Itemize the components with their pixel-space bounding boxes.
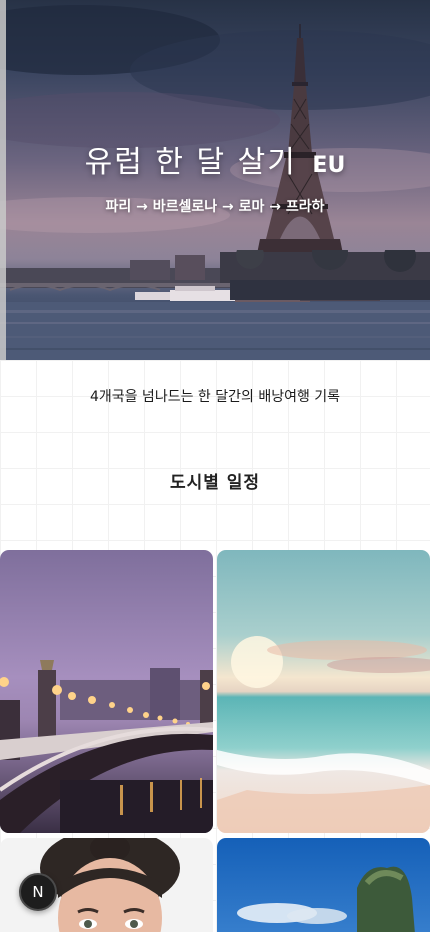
hero-title-badge: EU xyxy=(312,153,346,178)
page: 유럽 한 달 살기 EU 파리 → 바르셀로나 → 로마 → 프라하 4개국을 … xyxy=(0,0,430,932)
sky-clouds xyxy=(0,5,430,233)
hero-banner: 유럽 한 달 살기 EU 파리 → 바르셀로나 → 로마 → 프라하 xyxy=(0,0,430,360)
intro-subtitle: 4개국을 넘나드는 한 달간의 배낭여행 기록 xyxy=(89,389,341,405)
floating-n-button[interactable]: N xyxy=(19,873,57,911)
hero-title: 유럽 한 달 살기 EU xyxy=(0,137,430,181)
section-title: 도시별 일정 xyxy=(169,473,261,493)
tropical-island-photo xyxy=(217,838,430,932)
city-card-beach[interactable] xyxy=(217,550,430,833)
city-card-paris-bridge[interactable] xyxy=(0,550,213,833)
hero-route: 파리 → 바르셀로나 → 로마 → 프라하 xyxy=(105,199,325,215)
beach-sunset-photo xyxy=(217,550,430,833)
river-cityscape xyxy=(0,250,430,360)
hero-title-text: 유럽 한 달 살기 xyxy=(84,145,297,180)
city-card-island[interactable] xyxy=(217,838,430,932)
paris-bridge-photo xyxy=(0,550,213,833)
